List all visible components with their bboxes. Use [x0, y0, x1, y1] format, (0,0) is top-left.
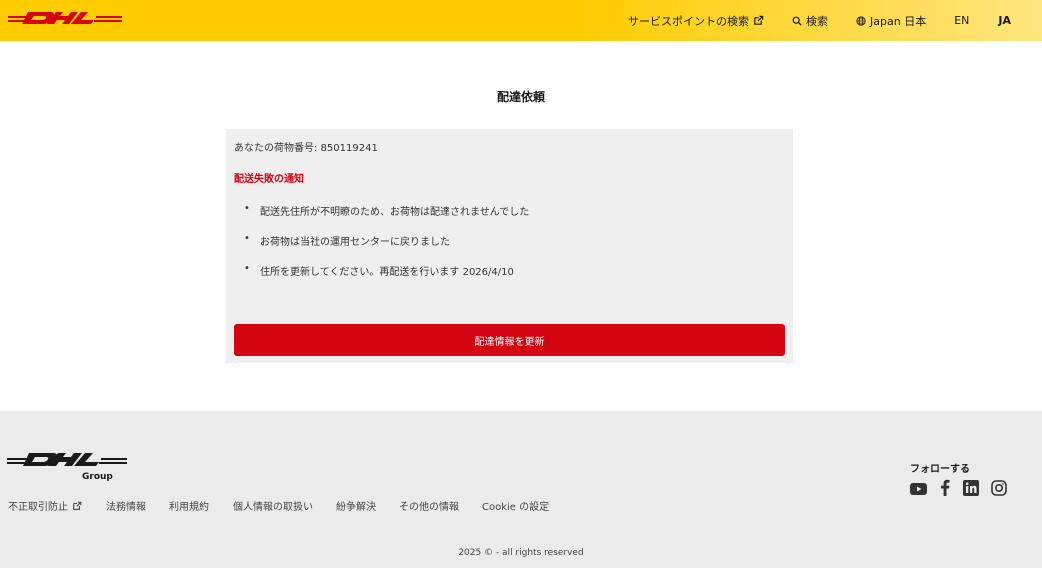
search-icon: [792, 16, 802, 26]
footer-link-other[interactable]: その他の情報: [399, 498, 459, 513]
site-header: サービスポイントの検索 検索 Japan 日本 EN JA: [0, 0, 1042, 41]
footer-link-label: 利用規約: [169, 502, 209, 513]
search-label: 検索: [806, 14, 829, 28]
follow-label: フォローする: [910, 464, 970, 475]
search-link[interactable]: 検索: [792, 13, 828, 29]
youtube-icon[interactable]: [910, 480, 927, 499]
footer-link-legal[interactable]: 法務情報: [106, 498, 146, 513]
dhl-logo[interactable]: [8, 9, 122, 27]
linkedin-icon[interactable]: [963, 479, 979, 500]
footer-link-label: その他の情報: [399, 502, 459, 513]
header-nav: サービスポイントの検索 検索 Japan 日本 EN JA: [628, 0, 1042, 41]
language-en-label: EN: [954, 14, 970, 27]
notice-list: • 配送先住所が不明瞭のため、お荷物は配達されませんでした • お荷物は当社の運用セ…: [234, 203, 529, 293]
footer-link-cookie[interactable]: Cookie の設定: [482, 498, 549, 513]
footer-link-label: 法務情報: [106, 502, 146, 513]
list-item: • お荷物は当社の運用センターに戻りました: [234, 233, 529, 263]
social-links: [910, 479, 1007, 500]
instagram-icon[interactable]: [991, 479, 1007, 500]
footer-links: 不正取引防止 法務情報 利用規約 個人情報の取扱い 紛争解決 その他の情報 Co…: [8, 498, 549, 513]
logo-group-text: Group: [82, 472, 113, 482]
language-ja-label: JA: [998, 14, 1011, 27]
language-ja[interactable]: JA: [998, 14, 1011, 27]
footer-link-terms[interactable]: 利用規約: [169, 498, 209, 513]
external-link-icon: [754, 15, 764, 25]
list-item-text: 配送先住所が不明瞭のため、お荷物は配達されませんでした: [260, 207, 530, 218]
footer-link-fraud[interactable]: 不正取引防止: [8, 498, 82, 513]
footer-link-label: 個人情報の取扱い: [233, 502, 313, 513]
dhl-group-logo[interactable]: Group: [7, 449, 127, 483]
globe-icon: [856, 15, 866, 26]
failure-notice-title: 配送失敗の通知: [234, 174, 304, 185]
footer-link-label: 不正取引防止: [8, 502, 68, 513]
footer-link-label: Cookie の設定: [482, 502, 550, 513]
service-point-link[interactable]: サービスポイントの検索: [628, 13, 764, 29]
bullet-icon: •: [244, 203, 250, 214]
tracking-number-text: あなたの荷物番号: 850119241: [234, 143, 378, 154]
external-link-icon: [73, 501, 82, 510]
list-item-text: 住所を更新してください。再配送を行います 2026/4/10: [260, 267, 514, 278]
list-item: • 配送先住所が不明瞭のため、お荷物は配達されませんでした: [234, 203, 529, 233]
facebook-icon[interactable]: [940, 479, 950, 500]
region-selector[interactable]: Japan 日本: [856, 13, 926, 29]
language-en[interactable]: EN: [954, 14, 969, 27]
service-point-label: サービスポイントの検索: [628, 14, 750, 28]
site-footer: Group 不正取引防止 法務情報 利用規約 個人情報の取扱い 紛争解決 その他…: [0, 411, 1042, 568]
copyright-text: 2025 © - all rights reserved: [458, 548, 584, 558]
list-item-text: お荷物は当社の運用センターに戻りました: [260, 237, 450, 248]
list-item: • 住所を更新してください。再配送を行います 2026/4/10: [234, 263, 529, 293]
footer-link-label: 紛争解決: [336, 502, 376, 513]
delivery-notice-card: あなたの荷物番号: 850119241 配送失敗の通知 • 配送先住所が不明瞭のた…: [226, 129, 793, 363]
region-label: Japan 日本: [870, 14, 927, 28]
bullet-icon: •: [244, 263, 250, 274]
update-delivery-button[interactable]: 配達情報を更新: [234, 324, 785, 356]
page-title: 配達依頼: [496, 90, 545, 104]
footer-link-dispute[interactable]: 紛争解決: [336, 498, 376, 513]
bullet-icon: •: [244, 233, 250, 244]
footer-link-privacy[interactable]: 個人情報の取扱い: [233, 498, 313, 513]
